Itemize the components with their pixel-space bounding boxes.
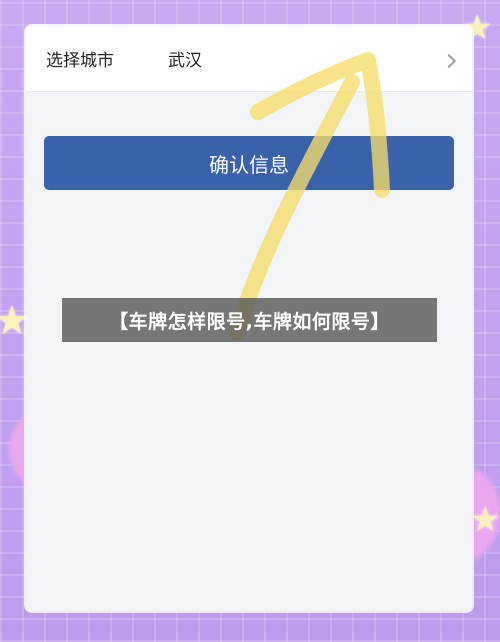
confirm-info-button[interactable]: 确认信息 bbox=[44, 136, 454, 190]
selected-city-value: 武汉 bbox=[168, 51, 202, 71]
chevron-right-icon bbox=[441, 53, 457, 69]
city-selector-row[interactable]: 选择城市 武汉 bbox=[26, 26, 472, 92]
star-decoration-icon: ★ bbox=[470, 500, 500, 540]
city-selector-label: 选择城市 bbox=[46, 51, 114, 71]
article-title-banner: 【车牌怎样限号,车牌如何限号】 bbox=[62, 298, 437, 342]
